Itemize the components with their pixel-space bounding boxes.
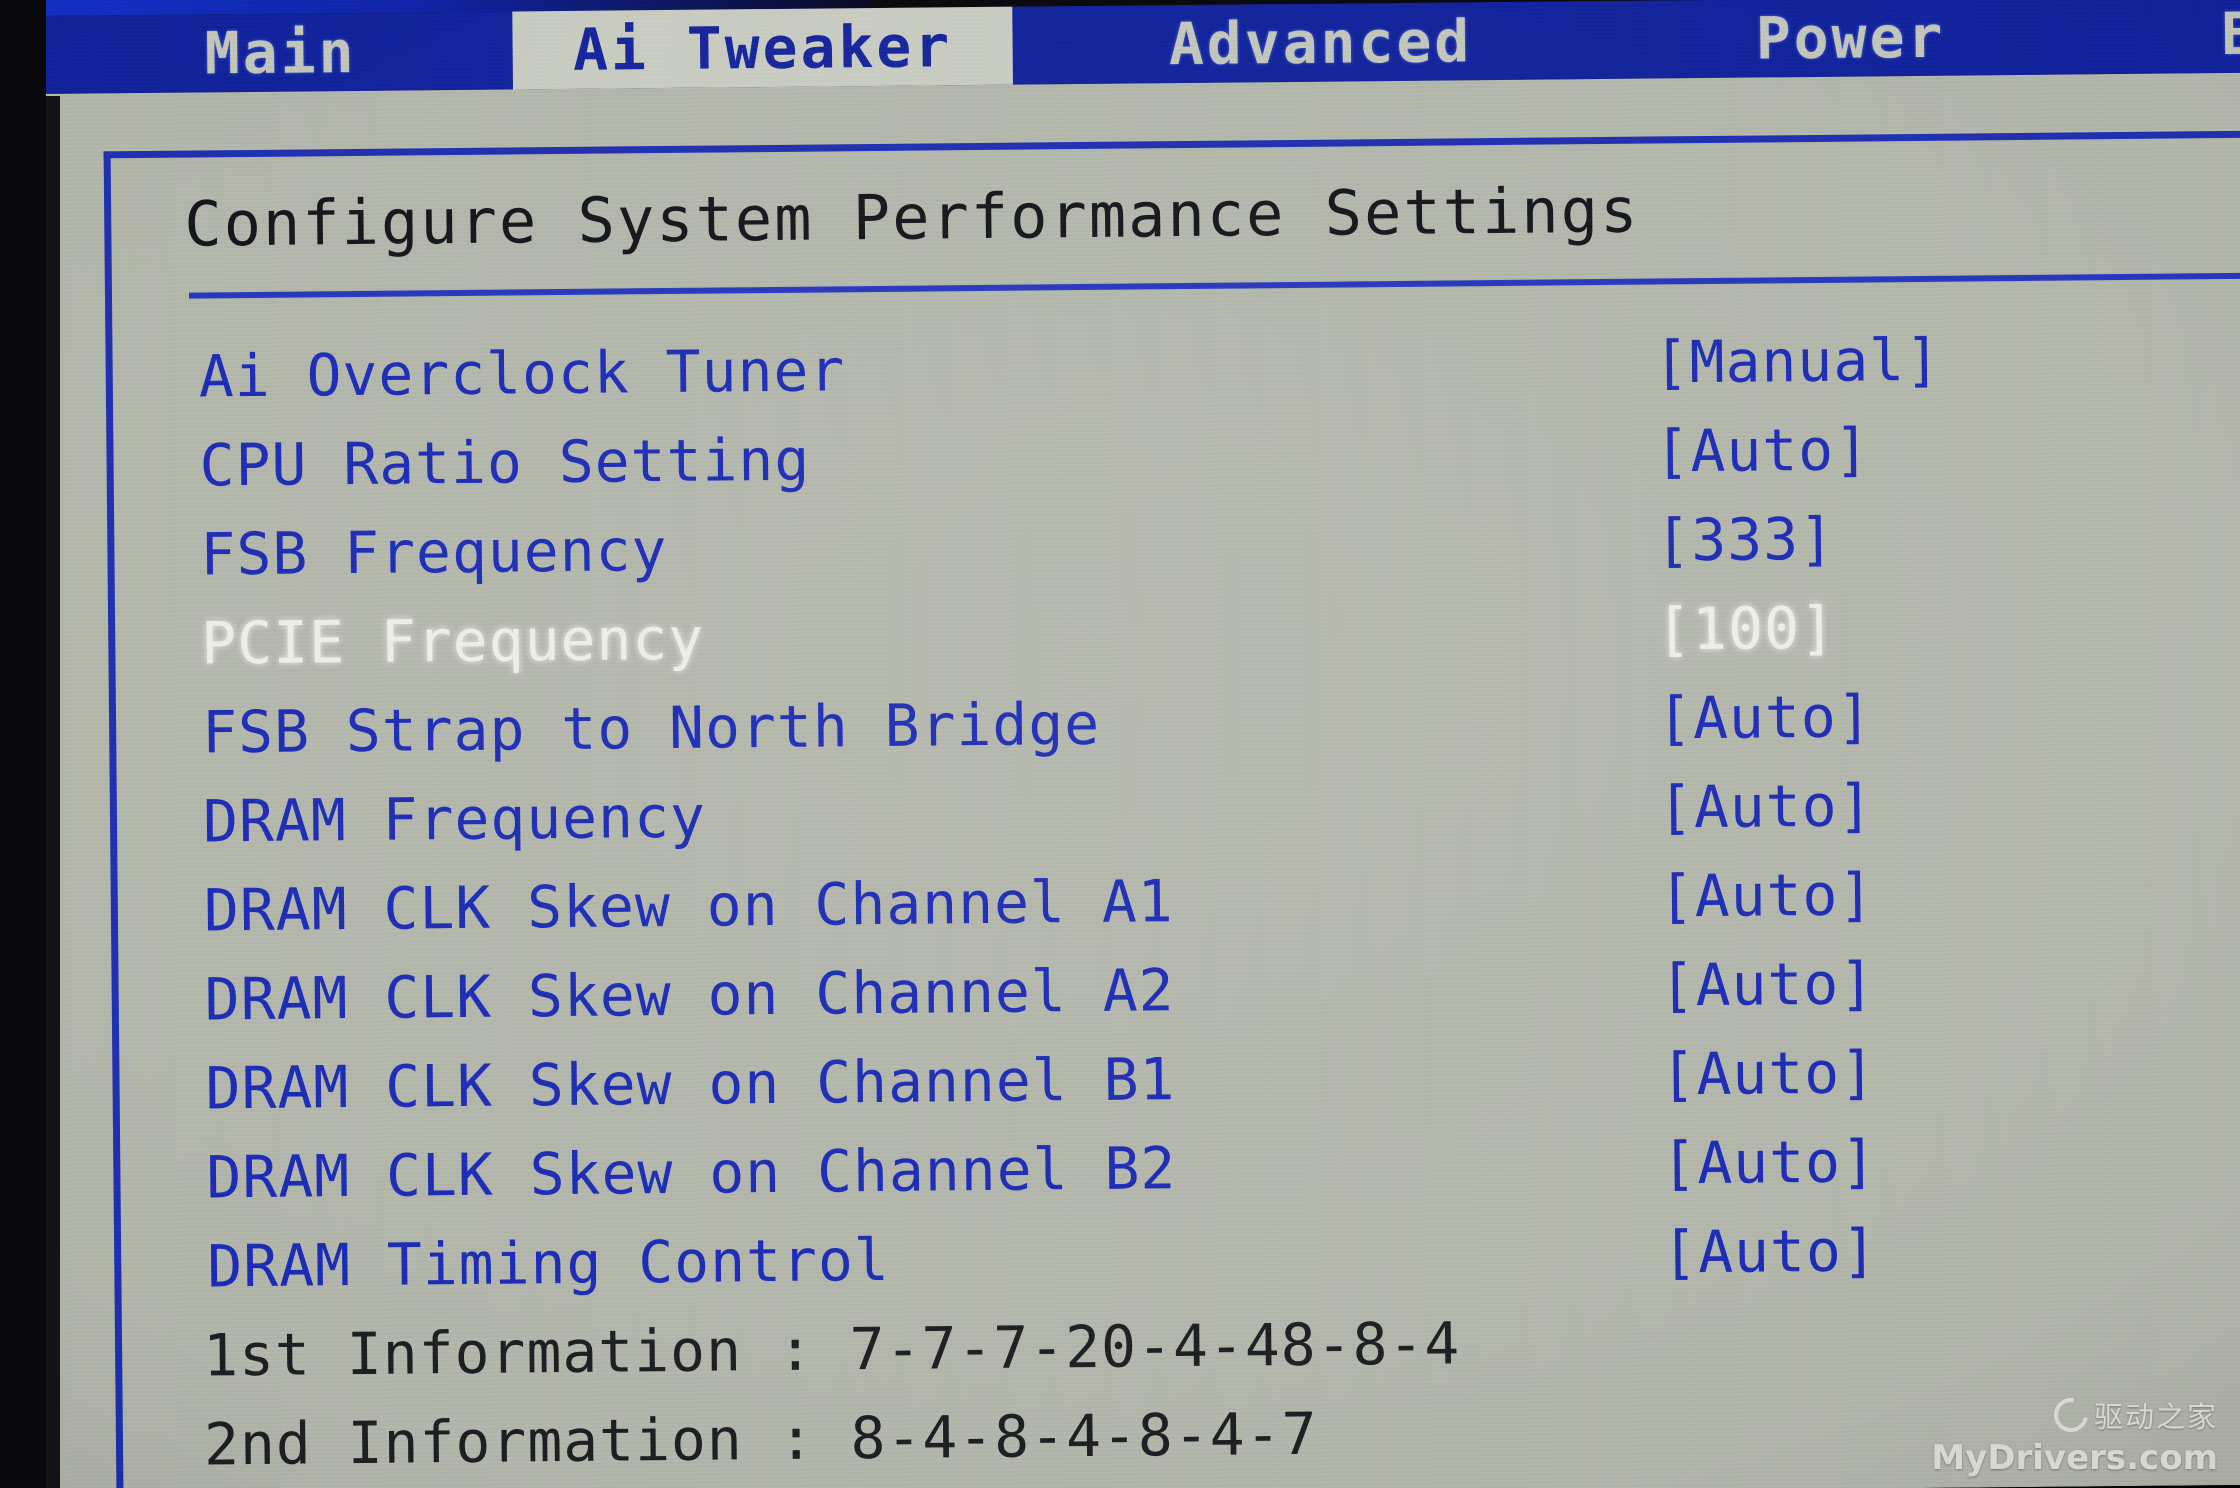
tab-power[interactable]: Power: [1700, 0, 2001, 78]
monitor-screen: BIOS SETUP UTILITY MainAi TweakerAdvance…: [40, 0, 2240, 1488]
setting-label: DRAM CLK Skew on Channel B2: [206, 1134, 1177, 1212]
setting-label: DRAM CLK Skew on Channel B1: [205, 1045, 1176, 1123]
setting-value[interactable]: [100]: [1656, 594, 1836, 664]
monitor-bezel-left-inner: [46, 96, 60, 1488]
setting-value[interactable]: [Auto]: [1662, 1216, 1878, 1286]
setting-label: FSB Frequency: [200, 516, 668, 589]
setting-label: 2nd Information : 8-4-8-4-8-4-7: [203, 1399, 1318, 1479]
setting-label: DRAM CLK Skew on Channel A1: [203, 867, 1174, 945]
page-title: Configure System Performance Settings: [183, 173, 1640, 261]
tab-ai-tweaker[interactable]: Ai Tweaker: [512, 6, 1013, 90]
setting-value[interactable]: [Auto]: [1661, 1127, 1877, 1197]
tab-advanced[interactable]: Advanced: [1100, 2, 1541, 84]
setting-value[interactable]: [Auto]: [1660, 1038, 1876, 1108]
setting-label: DRAM CLK Skew on Channel A2: [204, 956, 1175, 1034]
setting-label: CPU Ratio Setting: [199, 425, 811, 500]
setting-value[interactable]: [Auto]: [1654, 415, 1870, 485]
setting-label: 1st Information : 7-7-7-20-4-48-8-4: [202, 1309, 1461, 1390]
setting-label: DRAM Timing Control: [206, 1225, 891, 1301]
setting-label: FSB Strap to North Bridge: [201, 689, 1101, 767]
content-panel: Configure System Performance Settings Ai…: [41, 72, 2240, 1488]
setting-value[interactable]: [Manual]: [1653, 326, 1941, 397]
setting-label: DRAM Frequency: [202, 782, 707, 856]
tab-main[interactable]: Main: [130, 12, 431, 93]
bios-photo: BIOS SETUP UTILITY MainAi TweakerAdvance…: [0, 0, 2240, 1488]
setting-value[interactable]: [Auto]: [1658, 860, 1874, 930]
setting-value[interactable]: [Auto]: [1657, 682, 1873, 752]
setting-value[interactable]: [Auto]: [1658, 771, 1874, 841]
monitor-bezel-left: [0, 0, 46, 1488]
tab-b[interactable]: B: [2180, 0, 2240, 73]
setting-value[interactable]: [Auto]: [1659, 949, 1875, 1019]
settings-list: Ai Overclock Tuner [Manual] CPU Ratio Sett…: [43, 323, 2240, 1488]
setting-label: PCIE Frequency: [200, 604, 705, 678]
setting-value[interactable]: [333]: [1655, 505, 1835, 575]
setting-label: Ai Overclock Tuner: [198, 336, 846, 411]
